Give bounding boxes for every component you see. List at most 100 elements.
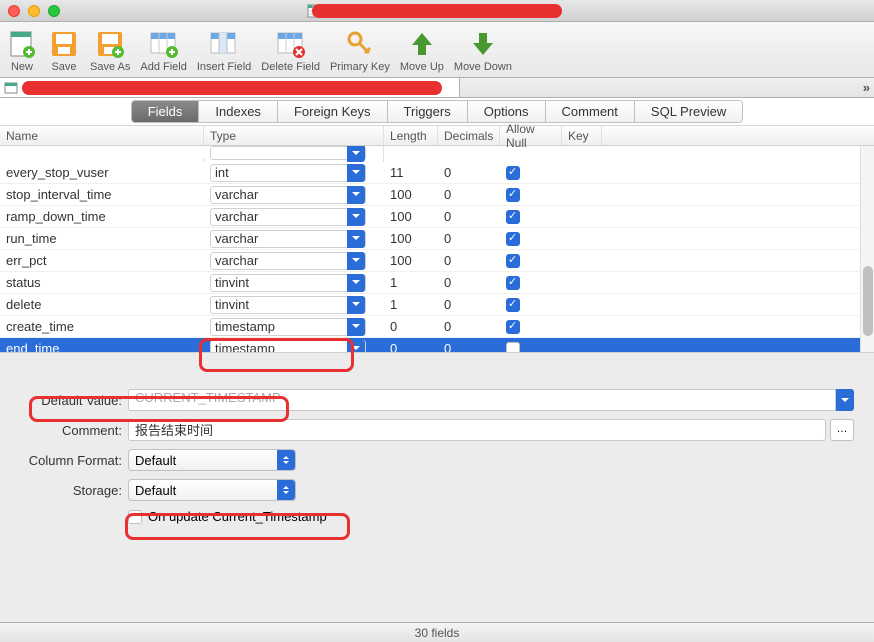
- field-length[interactable]: 1: [384, 295, 438, 314]
- movedown-button[interactable]: Move Down: [454, 28, 512, 73]
- tab-fields[interactable]: Fields: [132, 101, 200, 122]
- field-decimals[interactable]: 0: [438, 229, 500, 248]
- field-row[interactable]: status tinvint 10: [0, 272, 874, 294]
- field-row[interactable]: delete tinvint 10: [0, 294, 874, 316]
- allow-null-checkbox[interactable]: [506, 166, 520, 180]
- field-key[interactable]: [562, 237, 602, 241]
- field-key[interactable]: [562, 347, 602, 351]
- field-name[interactable]: ramp_down_time: [0, 207, 204, 226]
- comment-expand-button[interactable]: …: [830, 419, 854, 441]
- field-name[interactable]: create_time: [0, 317, 204, 336]
- allow-null-checkbox[interactable]: [506, 232, 520, 246]
- field-decimals[interactable]: 0: [438, 185, 500, 204]
- saveas-button[interactable]: Save As: [90, 28, 130, 73]
- field-row[interactable]: create_time timestamp 00: [0, 316, 874, 338]
- field-length[interactable]: 1: [384, 273, 438, 292]
- on-update-checkbox[interactable]: [128, 510, 142, 524]
- scroll-thumb[interactable]: [863, 266, 873, 336]
- type-select[interactable]: tinvint: [210, 274, 366, 292]
- field-row[interactable]: err_pctvarchar1000: [0, 250, 874, 272]
- default-value-dropdown[interactable]: [836, 389, 854, 411]
- field-name[interactable]: stop_interval_time: [0, 185, 204, 204]
- field-decimals[interactable]: 0: [438, 273, 500, 292]
- zoom-window-button[interactable]: [48, 5, 60, 17]
- type-select[interactable]: varchar: [210, 186, 366, 204]
- type-select[interactable]: x: [210, 146, 366, 160]
- tab-triggers[interactable]: Triggers: [388, 101, 468, 122]
- type-select[interactable]: tinvint: [210, 296, 366, 314]
- field-length[interactable]: 0: [384, 317, 438, 336]
- allow-null-checkbox[interactable]: [506, 254, 520, 268]
- field-key[interactable]: [562, 259, 602, 263]
- deletefield-button[interactable]: Delete Field: [261, 28, 320, 73]
- field-decimals[interactable]: 0: [438, 317, 500, 336]
- vertical-scrollbar[interactable]: [860, 146, 874, 352]
- field-key[interactable]: [562, 193, 602, 197]
- col-length[interactable]: Length: [384, 126, 438, 145]
- minimize-window-button[interactable]: [28, 5, 40, 17]
- field-name[interactable]: status: [0, 273, 204, 292]
- allow-null-checkbox[interactable]: [506, 188, 520, 202]
- col-allownull[interactable]: Allow Null: [500, 126, 562, 145]
- field-decimals[interactable]: 0: [438, 251, 500, 270]
- field-length[interactable]: 0: [384, 339, 438, 352]
- field-key[interactable]: [562, 171, 602, 175]
- type-select[interactable]: varchar: [210, 208, 366, 226]
- field-decimals[interactable]: 0: [438, 295, 500, 314]
- new-button[interactable]: New: [6, 28, 38, 73]
- moveup-button[interactable]: Move Up: [400, 28, 444, 73]
- col-key[interactable]: Key: [562, 126, 602, 145]
- document-tab[interactable]: [0, 78, 460, 97]
- field-key[interactable]: [562, 281, 602, 285]
- allow-null-checkbox[interactable]: [506, 298, 520, 312]
- tab-comment[interactable]: Comment: [546, 101, 635, 122]
- field-row[interactable]: run_time varchar 1000: [0, 228, 874, 250]
- comment-input[interactable]: 报告结束时间: [128, 419, 826, 441]
- allow-null-checkbox[interactable]: [506, 320, 520, 334]
- field-decimals[interactable]: 0: [438, 339, 500, 352]
- tab-indexes[interactable]: Indexes: [199, 101, 278, 122]
- type-select[interactable]: timestamp: [210, 340, 366, 353]
- field-length[interactable]: 100: [384, 207, 438, 226]
- type-select[interactable]: int: [210, 164, 366, 182]
- field-length[interactable]: 100: [384, 229, 438, 248]
- tabs-overflow-button[interactable]: »: [863, 80, 870, 95]
- allow-null-checkbox[interactable]: [506, 276, 520, 290]
- field-length[interactable]: 11: [384, 163, 438, 182]
- type-select[interactable]: varchar: [210, 230, 366, 248]
- allow-null-checkbox[interactable]: [506, 342, 520, 353]
- default-value-input[interactable]: CURRENT_TIMESTAMP: [128, 389, 836, 411]
- field-length[interactable]: 100: [384, 185, 438, 204]
- close-window-button[interactable]: [8, 5, 20, 17]
- field-key[interactable]: [562, 215, 602, 219]
- col-name[interactable]: Name: [0, 126, 204, 145]
- field-row[interactable]: ramp_down_time varchar 1000: [0, 206, 874, 228]
- field-key[interactable]: [562, 303, 602, 307]
- insertfield-button[interactable]: Insert Field: [197, 28, 251, 73]
- field-name[interactable]: every_stop_vuser: [0, 163, 204, 182]
- tab-sql-preview[interactable]: SQL Preview: [635, 101, 742, 122]
- type-select[interactable]: timestamp: [210, 318, 366, 336]
- field-name[interactable]: run_time: [0, 229, 204, 248]
- field-name[interactable]: delete: [0, 295, 204, 314]
- storage-select[interactable]: Default: [128, 479, 296, 501]
- field-key[interactable]: [562, 325, 602, 329]
- field-row[interactable]: stop_interval_time varchar 1000: [0, 184, 874, 206]
- addfield-button[interactable]: Add Field: [140, 28, 186, 73]
- field-row-partial[interactable]: x: [0, 146, 874, 162]
- field-decimals[interactable]: 0: [438, 207, 500, 226]
- column-format-select[interactable]: Default: [128, 449, 296, 471]
- field-name[interactable]: err_pct: [0, 251, 204, 270]
- field-decimals[interactable]: 0: [438, 163, 500, 182]
- field-row[interactable]: end_time timestamp 00: [0, 338, 874, 352]
- primarykey-button[interactable]: Primary Key: [330, 28, 390, 73]
- col-type[interactable]: Type: [204, 126, 384, 145]
- save-button[interactable]: Save: [48, 28, 80, 73]
- fields-grid[interactable]: x every_stop_vuserint110stop_interval_ti…: [0, 146, 874, 352]
- field-row[interactable]: every_stop_vuser int 110: [0, 162, 874, 184]
- tab-options[interactable]: Options: [468, 101, 546, 122]
- allow-null-checkbox[interactable]: [506, 210, 520, 224]
- field-length[interactable]: 100: [384, 251, 438, 270]
- field-name[interactable]: end_time: [0, 339, 204, 352]
- col-decimals[interactable]: Decimals: [438, 126, 500, 145]
